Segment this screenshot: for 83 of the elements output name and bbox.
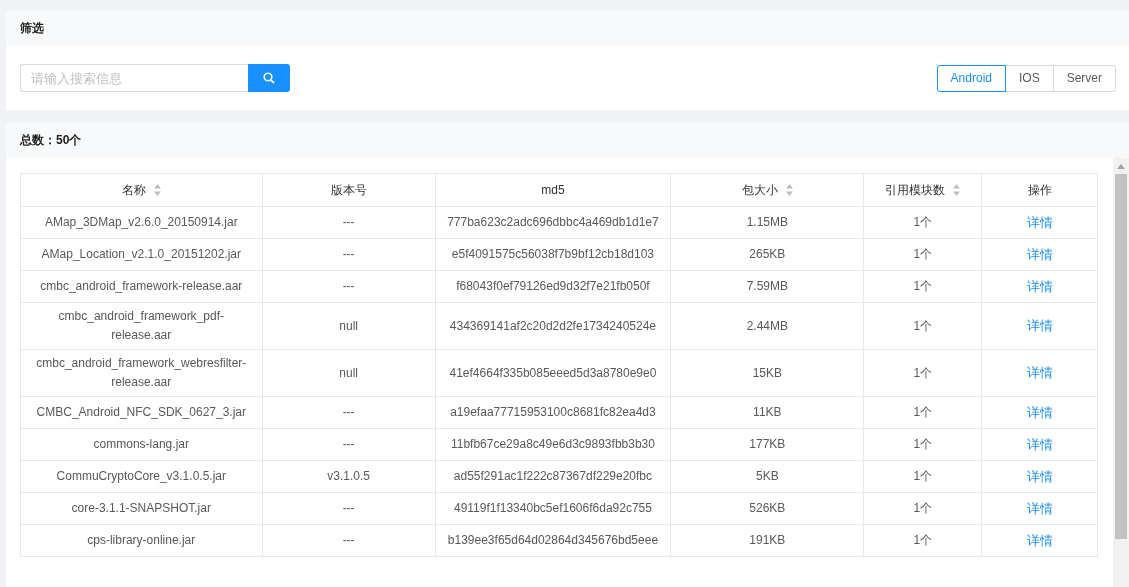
scrollbar-thumb[interactable] (1115, 174, 1127, 539)
table-cell: --- (262, 270, 436, 303)
table-cell: 1个 (863, 238, 982, 271)
table-cell: --- (262, 238, 436, 271)
table-cell: 1个 (863, 428, 982, 461)
sort-icon[interactable] (953, 184, 961, 196)
table-cell: 1个 (863, 206, 982, 239)
table-cell: --- (262, 492, 436, 525)
table-cell: 1.15MB (670, 206, 864, 239)
table-cell: 191KB (670, 524, 864, 557)
column-label: 操作 (1027, 181, 1052, 199)
table-cell: --- (262, 206, 436, 239)
column-label: 引用模块数 (885, 181, 946, 199)
table-cell: 15KB (670, 349, 864, 397)
table-cell: --- (262, 396, 436, 429)
scrollbar[interactable] (1113, 158, 1129, 587)
table-cell: --- (262, 524, 436, 557)
table-cell: cps-library-online.jar (20, 524, 263, 557)
column-label: 包大小 (741, 181, 778, 199)
table-cell: 11bfb67ce29a8c49e6d3c9893fbb3b30 (435, 428, 671, 461)
platform-tab[interactable]: Android (936, 64, 1006, 92)
platform-tab[interactable]: IOS (1005, 64, 1054, 92)
table-cell: 5KB (670, 460, 864, 493)
table-cell: cmbc_android_framework-release.aar (20, 270, 263, 303)
table-cell: AMap_3DMap_v2.6.0_20150914.jar (20, 206, 263, 239)
table-cell: 1个 (863, 270, 982, 303)
column-label: 名称 (121, 181, 146, 199)
sort-icon[interactable] (153, 184, 161, 196)
table-cell: commons-lang.jar (20, 428, 263, 461)
details-link[interactable]: 详情 (1026, 468, 1053, 484)
table-cell: 1个 (863, 396, 982, 429)
table-cell: a19efaa77715953100c8681fc82ea4d3 (435, 396, 671, 429)
search-icon (263, 72, 275, 84)
table-cell: AMap_Location_v2.1.0_20151202.jar (20, 238, 263, 271)
table-cell: 49119f1f13340bc5ef1606f6da92c755 (435, 492, 671, 525)
platform-tab[interactable]: Server (1052, 64, 1116, 92)
table-cell: cmbc_android_framework_pdf-release.aar (20, 302, 263, 350)
table-cell: CMBC_Android_NFC_SDK_0627_3.jar (20, 396, 263, 429)
table-cell: --- (262, 428, 436, 461)
search-button[interactable] (248, 64, 290, 92)
table-cell: 434369141af2c20d2d2fe1734240524e (435, 302, 671, 350)
details-link[interactable]: 详情 (1026, 278, 1053, 294)
column-header[interactable]: 名称 (20, 173, 263, 207)
table-cell: 777ba623c2adc696dbbc4a469db1d1e7 (435, 206, 671, 239)
table-cell: v3.1.0.5 (262, 460, 436, 493)
search-field[interactable]: 请输入搜索信息 (20, 64, 248, 92)
table-cell: 1个 (863, 349, 982, 397)
table-cell: 1个 (863, 460, 982, 493)
table-cell: 1个 (863, 302, 982, 350)
table-cell: 2.44MB (670, 302, 864, 350)
details-link[interactable]: 详情 (1026, 365, 1053, 380)
column-header[interactable]: 引用模块数 (863, 173, 982, 207)
table-cell: CommuCryptoCore_v3.1.0.5.jar (20, 460, 263, 493)
details-link[interactable]: 详情 (1026, 500, 1053, 516)
table-cell: 1个 (863, 492, 982, 525)
details-link[interactable]: 详情 (1026, 318, 1053, 333)
scroll-up-icon[interactable] (1117, 164, 1125, 169)
table-cell: cmbc_android_framework_webresfilter-release.aar (20, 349, 263, 397)
table-cell: 265KB (670, 238, 864, 271)
column-label: 版本号 (330, 181, 367, 199)
table-cell: core-3.1.1-SNAPSHOT.jar (20, 492, 263, 525)
details-link[interactable]: 详情 (1026, 436, 1053, 452)
table-cell: 11KB (670, 396, 864, 429)
table-cell: null (262, 302, 436, 350)
details-link[interactable]: 详情 (1026, 404, 1053, 420)
table-cell: e5f4091575c56038f7b9bf12cb18d103 (435, 238, 671, 271)
table-cell: null (262, 349, 436, 397)
table-cell: b139ee3f65d64d02864d345676bd5eee (435, 524, 671, 557)
sort-icon[interactable] (785, 184, 793, 196)
column-header[interactable]: 包大小 (670, 173, 864, 207)
panel-title: 筛选 (20, 20, 44, 37)
details-link[interactable]: 详情 (1026, 532, 1053, 548)
table-cell: 526KB (670, 492, 864, 525)
details-link[interactable]: 详情 (1026, 214, 1053, 230)
table-cell: 177KB (670, 428, 864, 461)
table-cell: 41ef4664f335b085eeed5d3a8780e9e0 (435, 349, 671, 397)
details-link[interactable]: 详情 (1026, 246, 1053, 262)
table-cell: 7.59MB (670, 270, 864, 303)
column-label: md5 (541, 183, 565, 197)
total-count: 总数：50个 (20, 132, 82, 149)
table-cell: 1个 (863, 524, 982, 557)
table-cell: ad55f291ac1f222c87367df229e20fbc (435, 460, 671, 493)
table-cell: f68043f0ef79126ed9d32f7e21fb050f (435, 270, 671, 303)
